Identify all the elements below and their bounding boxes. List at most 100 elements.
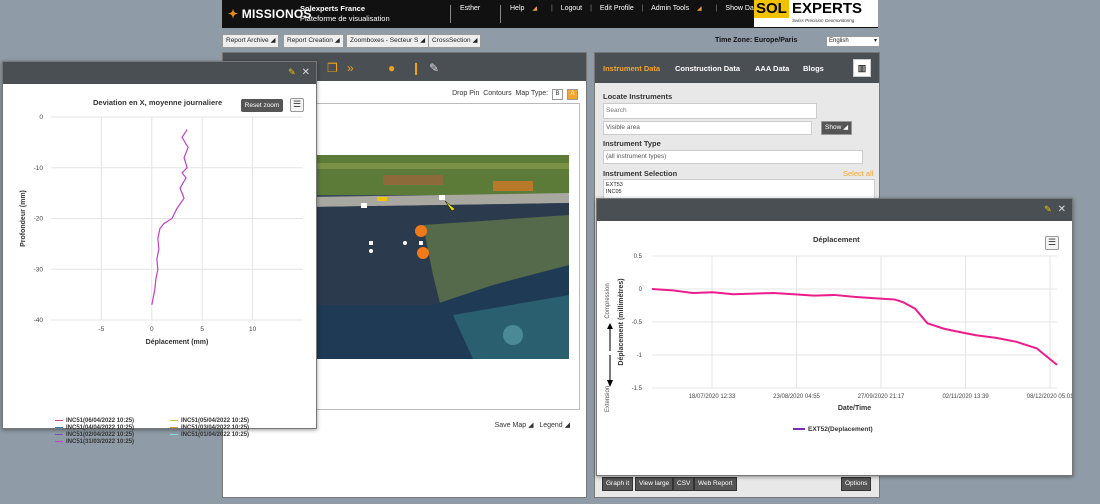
x-tick-label: 02/11/2020 13:39 xyxy=(942,394,989,400)
x-tick-label: 08/12/2020 05:01 xyxy=(1027,394,1072,400)
panel-tabs: Instrument Data Construction Data AAA Da… xyxy=(595,53,879,83)
aerial-map[interactable] xyxy=(313,155,569,359)
legend-label: INC51(01/04/2022 10:25) xyxy=(181,432,250,438)
legend-item[interactable]: INC51(03/04/2022 10:25) xyxy=(170,425,249,432)
web-report-button[interactable]: Web Report xyxy=(694,477,737,491)
compression-label: Compression xyxy=(605,283,611,318)
chart-icon[interactable]: ▥ xyxy=(853,59,871,77)
solexperts-logo: SOL EXPERTS Swiss Precision Geomonitorin… xyxy=(754,0,878,27)
logo-experts: EXPERTS xyxy=(792,0,863,17)
locate-label: Locate Instruments xyxy=(603,92,673,101)
pencil-icon[interactable]: ✎ xyxy=(429,61,439,75)
map-controls: Drop Pin Contours Map Type: B A xyxy=(452,89,578,100)
profile-chart-window: ✎ ✕ Deviation en X, moyenne journaliere R… xyxy=(2,61,317,445)
legend-label: EXT52(Deplacement) xyxy=(808,426,873,433)
legend-item[interactable]: INC51(02/04/2022 10:25) xyxy=(55,432,134,439)
y-axis-label: Profondeur (mm) xyxy=(20,190,27,247)
y-tick-label: -10 xyxy=(34,165,44,172)
report-archive-button[interactable]: Report Archive ◢ xyxy=(222,34,280,48)
displacement-chart-window: ✎ ✕ Déplacement ☰ 0.5 0 -0.5 -1 -1.5 18/07/202… xyxy=(596,198,1073,476)
legend-label: INC51(05/04/2022 10:25) xyxy=(181,418,250,424)
area-select[interactable]: Visible area xyxy=(603,121,812,135)
displacement-chart[interactable]: 0.5 0 -0.5 -1 -1.5 18/07/2020 12:33 23/08/2020… xyxy=(597,199,1072,475)
csv-button[interactable]: CSV xyxy=(673,477,695,491)
select-all-link[interactable]: Select all xyxy=(843,169,873,178)
legend-label: INC51(04/04/2022 10:25) xyxy=(66,425,135,431)
star-icon: ✦ xyxy=(228,7,242,21)
x-tick-label: 18/07/2020 12:33 xyxy=(689,394,736,400)
legend-link[interactable]: Legend ◢ xyxy=(539,422,570,429)
tab-aaa-data[interactable]: AAA Data xyxy=(755,64,789,73)
legend-item[interactable]: INC51(06/04/2022 10:25) xyxy=(55,418,134,425)
legend-label: INC51(06/04/2022 10:25) xyxy=(66,418,135,424)
legend-label: INC51(03/04/2022 10:25) xyxy=(181,425,250,431)
top-bar: ✦ MISSIONOS Solexperts France Plateforme… xyxy=(0,0,1100,28)
search-input[interactable] xyxy=(603,103,817,119)
y-tick-label: 0.5 xyxy=(634,254,643,260)
legend-label: INC51(02/04/2022 10:25) xyxy=(66,432,135,438)
legend-label: INC51(31/03/2022 10:25) xyxy=(66,439,135,445)
edit-profile-link[interactable]: Edit Profile xyxy=(600,5,634,12)
legend-swatch xyxy=(55,440,63,443)
logo-sol: SOL xyxy=(754,0,789,18)
help-link[interactable]: Help ◢ xyxy=(510,5,543,12)
map-type-b[interactable]: B xyxy=(552,89,564,100)
legend-swatch xyxy=(55,419,63,422)
show-button[interactable]: Show ◢ xyxy=(821,121,853,135)
y-tick-label: -0.5 xyxy=(632,320,643,326)
forward-icon[interactable]: » xyxy=(347,61,354,75)
drop-pin-link[interactable]: Drop Pin xyxy=(452,90,479,97)
pin-icon[interactable]: ● xyxy=(388,61,395,75)
y-tick-label: 0 xyxy=(39,114,43,121)
type-select[interactable]: (all instrument types) xyxy=(603,150,863,164)
series-line xyxy=(151,129,189,305)
legend-swatch xyxy=(170,433,178,436)
copy-icon[interactable]: ❐ xyxy=(327,61,338,75)
report-creation-button[interactable]: Report Creation ◢ xyxy=(283,34,344,48)
legend-item[interactable]: INC51(05/04/2022 10:25) xyxy=(170,418,249,425)
tab-construction-data[interactable]: Construction Data xyxy=(675,64,740,73)
y-tick-label: -30 xyxy=(34,266,44,273)
options-button[interactable]: Options xyxy=(841,477,872,491)
profile-chart[interactable]: -5 0 5 10 0 -10 -20 -30 -40 Déplacement (mm) Profo… xyxy=(3,62,316,428)
x-axis-label: Date/Time xyxy=(838,405,871,412)
y-tick-label: -1.5 xyxy=(632,386,643,392)
y-tick-label: -40 xyxy=(34,317,44,324)
list-item[interactable]: INC05 xyxy=(606,189,872,196)
graph-it-button[interactable]: Graph it xyxy=(602,477,634,491)
arrow-up-head xyxy=(607,323,613,329)
legend-swatch xyxy=(55,433,63,436)
legend-item[interactable]: INC51(04/04/2022 10:25) xyxy=(55,425,134,432)
y-tick-label: 0 xyxy=(639,287,643,293)
tab-blogs[interactable]: Blogs xyxy=(803,64,824,73)
extension-label: Extension xyxy=(605,386,611,412)
x-tick-label: 23/08/2020 04:55 xyxy=(773,394,820,400)
x-tick-label: 10 xyxy=(249,326,257,333)
logout-link[interactable]: Logout xyxy=(561,5,582,12)
legend-swatch xyxy=(170,419,178,422)
selection-label: Instrument Selection xyxy=(603,169,678,178)
crosssection-button[interactable]: CrossSection ◢ xyxy=(428,34,482,48)
language-select[interactable]: English ▾ xyxy=(826,36,880,47)
list-item[interactable]: EXT53 xyxy=(606,182,872,189)
view-large-button[interactable]: View large xyxy=(635,477,674,491)
timezone-label: Time Zone: Europe/Paris xyxy=(715,37,798,44)
marker-icon[interactable]: ❙ xyxy=(411,61,421,75)
save-map-link[interactable]: Save Map ◢ xyxy=(495,422,534,429)
y-tick-label: -1 xyxy=(637,353,643,359)
y-tick-label: -20 xyxy=(34,216,44,223)
legend-item[interactable]: INC51(01/04/2022 10:25) xyxy=(170,432,249,439)
legend-swatch xyxy=(55,426,63,429)
aerial-image xyxy=(313,155,569,359)
zoomboxes-button[interactable]: Zoomboxes - Secteur S ◢ xyxy=(346,34,430,48)
map-type-a[interactable]: A xyxy=(567,89,578,100)
user-name[interactable]: Esther xyxy=(460,5,480,12)
tab-instrument-data[interactable]: Instrument Data xyxy=(603,64,660,73)
admin-tools-link[interactable]: Admin Tools ◢ xyxy=(651,5,708,12)
x-tick-label: 5 xyxy=(200,326,204,333)
x-axis-label: Déplacement (mm) xyxy=(146,339,209,346)
divider xyxy=(450,5,451,23)
legend-item[interactable]: INC51(31/03/2022 10:25) xyxy=(55,439,134,446)
logo-tagline: Swiss Precision Geomonitoring xyxy=(792,18,855,23)
contours-link[interactable]: Contours xyxy=(483,90,511,97)
